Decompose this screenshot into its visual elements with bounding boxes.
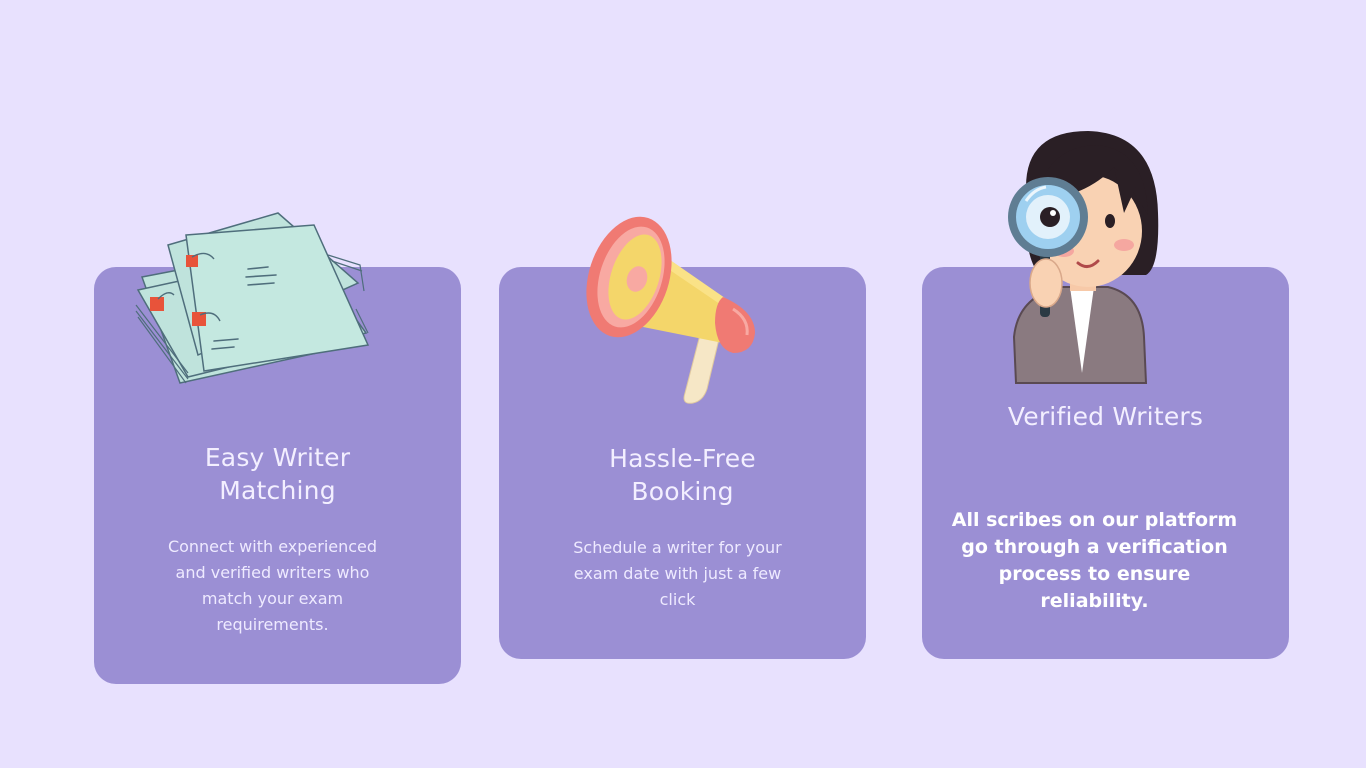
- description-line: Connect with experienced: [167, 537, 378, 556]
- description-line: match your exam: [201, 589, 344, 608]
- feature-title-line: Booking: [631, 477, 734, 506]
- feature-title-line: Verified Writers: [1007, 402, 1204, 431]
- papers-icon: [135, 212, 370, 384]
- description-line: requirements.: [216, 615, 329, 634]
- description-line: click: [659, 590, 696, 609]
- feature-description: All scribes on our platform go through a…: [936, 507, 1253, 615]
- feature-title: Verified Writers: [922, 400, 1289, 433]
- feature-description: Connect with experienced and verified wr…: [134, 534, 411, 638]
- feature-title: Easy Writer Matching: [94, 441, 461, 507]
- feature-description: Schedule a writer for your exam date wit…: [539, 535, 816, 613]
- description-line: and verified writers who: [175, 563, 370, 582]
- features-page: { "features": [ { "icon": "papers-icon",…: [0, 0, 1366, 768]
- magnifier-girl-icon: [1008, 131, 1159, 384]
- feature-title-line: Hassle-Free: [609, 444, 756, 473]
- description-line: go through a verification: [961, 536, 1228, 558]
- description-line: All scribes on our platform: [951, 509, 1238, 531]
- description-line: Schedule a writer for your: [573, 538, 782, 557]
- description-line: reliability.: [1040, 590, 1149, 612]
- feature-title-line: Easy Writer: [204, 443, 351, 472]
- feature-title-line: Matching: [219, 476, 336, 505]
- description-line: process to ensure: [998, 563, 1191, 585]
- feature-title: Hassle-Free Booking: [499, 442, 866, 508]
- megaphone-icon: [586, 216, 755, 404]
- description-line: exam date with just a few: [573, 564, 782, 583]
